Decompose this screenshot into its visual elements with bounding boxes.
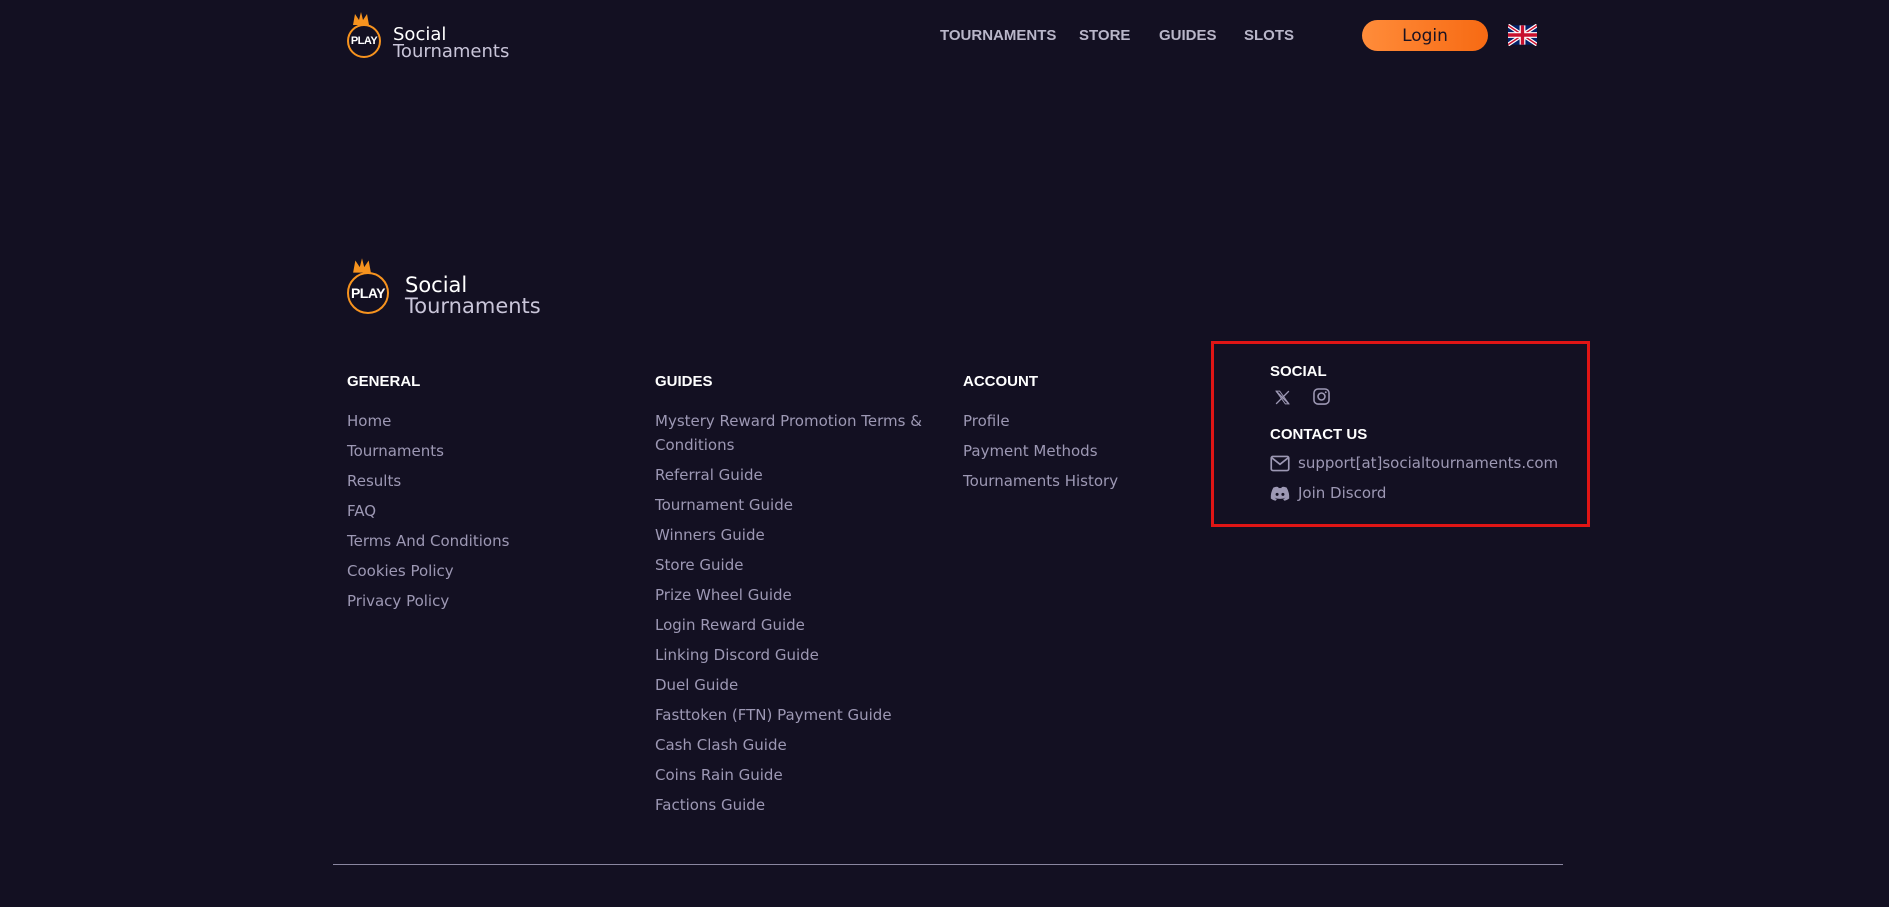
- instagram-icon[interactable]: [1312, 387, 1331, 406]
- guides-links: Mystery Reward Promotion Terms & Conditi…: [655, 409, 925, 823]
- nav-guides[interactable]: GUIDES: [1159, 27, 1217, 44]
- footer-link-tournaments-history[interactable]: Tournaments History: [963, 469, 1193, 493]
- nav-slots[interactable]: SLOTS: [1244, 27, 1294, 44]
- footer-link-mystery-reward[interactable]: Mystery Reward Promotion Terms & Conditi…: [655, 409, 925, 457]
- footer-logo[interactable]: PLAY Social Tournaments: [347, 258, 557, 320]
- login-button-label: Login: [1402, 25, 1448, 46]
- footer-link-terms[interactable]: Terms And Conditions: [347, 529, 627, 553]
- footer-link-cash-clash-guide[interactable]: Cash Clash Guide: [655, 733, 925, 757]
- logo-line-2: Tournaments: [393, 41, 510, 62]
- social-heading: SOCIAL: [1270, 363, 1327, 380]
- account-links: Profile Payment Methods Tournaments Hist…: [963, 409, 1193, 499]
- footer-link-faq[interactable]: FAQ: [347, 499, 627, 523]
- header-logo[interactable]: PLAY Social Tournaments: [347, 12, 517, 62]
- footer-link-discord-guide[interactable]: Linking Discord Guide: [655, 643, 925, 667]
- account-heading: ACCOUNT: [963, 373, 1038, 390]
- x-icon[interactable]: [1274, 389, 1291, 406]
- footer-link-privacy[interactable]: Privacy Policy: [347, 589, 627, 613]
- contact-discord[interactable]: Join Discord: [1270, 484, 1386, 502]
- logo-line-2: Tournaments: [405, 294, 541, 318]
- nav-store[interactable]: STORE: [1079, 27, 1130, 44]
- general-heading: GENERAL: [347, 373, 421, 390]
- discord-icon: [1270, 486, 1290, 501]
- logo-line-1: Social: [405, 273, 468, 297]
- footer-link-tournament-guide[interactable]: Tournament Guide: [655, 493, 925, 517]
- footer-link-home[interactable]: Home: [347, 409, 627, 433]
- footer-link-coins-rain-guide[interactable]: Coins Rain Guide: [655, 763, 925, 787]
- uk-flag-icon[interactable]: [1508, 24, 1537, 46]
- footer-link-results[interactable]: Results: [347, 469, 627, 493]
- footer-link-tournaments[interactable]: Tournaments: [347, 439, 627, 463]
- mail-icon: [1270, 455, 1290, 471]
- general-links: Home Tournaments Results FAQ Terms And C…: [347, 409, 627, 619]
- footer-link-winners-guide[interactable]: Winners Guide: [655, 523, 925, 547]
- footer-link-payment-methods[interactable]: Payment Methods: [963, 439, 1193, 463]
- contact-email-text: support[at]socialtournaments.com: [1298, 454, 1559, 472]
- footer-link-referral-guide[interactable]: Referral Guide: [655, 463, 925, 487]
- footer-link-login-reward-guide[interactable]: Login Reward Guide: [655, 613, 925, 637]
- contact-email[interactable]: support[at]socialtournaments.com: [1270, 454, 1558, 472]
- play-badge: PLAY: [347, 24, 381, 58]
- play-badge: PLAY: [347, 272, 389, 314]
- footer-link-duel-guide[interactable]: Duel Guide: [655, 673, 925, 697]
- footer-link-prize-wheel-guide[interactable]: Prize Wheel Guide: [655, 583, 925, 607]
- footer-link-factions-guide[interactable]: Factions Guide: [655, 793, 925, 817]
- contact-heading: CONTACT US: [1270, 426, 1368, 443]
- nav-tournaments[interactable]: TOURNAMENTS: [940, 27, 1056, 44]
- footer-link-ftn-guide[interactable]: Fasttoken (FTN) Payment Guide: [655, 703, 925, 727]
- footer-link-cookies[interactable]: Cookies Policy: [347, 559, 627, 583]
- guides-heading: GUIDES: [655, 373, 713, 390]
- login-button[interactable]: Login: [1362, 20, 1488, 51]
- footer-link-profile[interactable]: Profile: [963, 409, 1193, 433]
- contact-discord-text: Join Discord: [1298, 484, 1387, 502]
- footer-link-store-guide[interactable]: Store Guide: [655, 553, 925, 577]
- footer-divider: [333, 864, 1563, 865]
- highlight-box: [1211, 341, 1590, 527]
